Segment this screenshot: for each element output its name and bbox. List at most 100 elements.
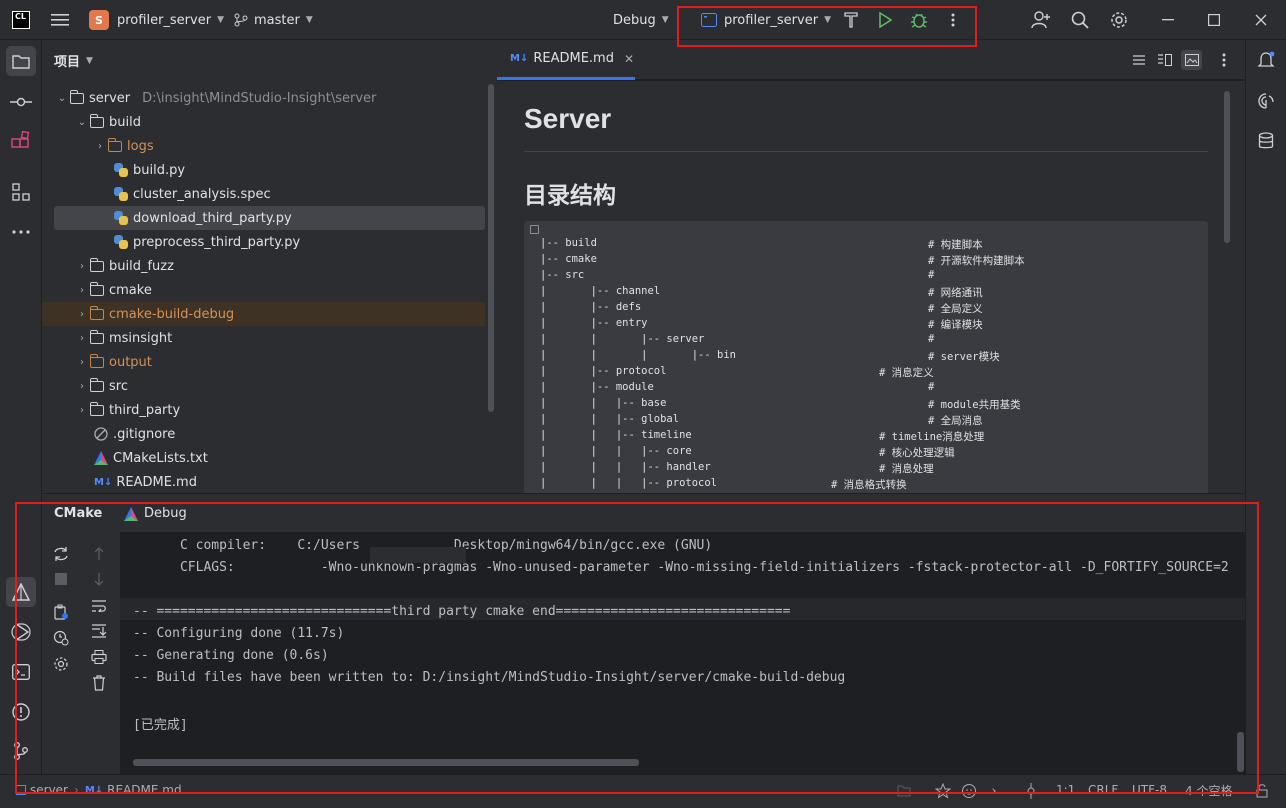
main-menu-icon[interactable] [50, 10, 70, 30]
add-user-icon[interactable] [1030, 10, 1052, 30]
scroll-to-end-icon[interactable] [90, 622, 108, 640]
tree-row-download-third-party[interactable]: download_third_party.py [54, 206, 485, 230]
tree-row-output[interactable]: › output [42, 350, 485, 374]
folder-icon [89, 401, 104, 416]
minimize-icon[interactable] [1158, 10, 1178, 30]
print-icon[interactable] [90, 648, 108, 666]
close-icon[interactable] [1251, 10, 1271, 30]
tree-row-readme[interactable]: M↓ README.md [42, 470, 485, 494]
terminal-icon[interactable] [9, 660, 33, 684]
scroll-down-icon[interactable] [90, 570, 108, 588]
more-horizontal-icon[interactable] [9, 220, 33, 244]
more-vertical-icon[interactable] [1217, 52, 1231, 68]
run-icon[interactable] [876, 11, 894, 29]
folder-icon[interactable] [896, 783, 912, 799]
project-panel-header[interactable]: 项目 ▼ [54, 51, 93, 70]
tab-readme[interactable]: M↓ README.md ✕ [497, 40, 635, 80]
tree-row-build-py[interactable]: build.py [42, 158, 485, 182]
lock-icon[interactable] [1254, 783, 1270, 799]
settings-gear-icon[interactable] [1109, 10, 1129, 30]
chevron-down-icon: ⌄ [57, 92, 67, 104]
close-tab-icon[interactable]: ✕ [624, 52, 634, 66]
build-hammer-icon[interactable] [842, 11, 860, 29]
services-run-icon[interactable] [9, 620, 33, 644]
tree-row-build-fuzz[interactable]: › build_fuzz [42, 254, 485, 278]
project-folder-icon[interactable] [6, 46, 36, 76]
line-separator[interactable]: CRLF [1088, 775, 1118, 805]
debug-bug-icon[interactable] [909, 10, 929, 30]
code-line-comment: # server模块 [928, 351, 1000, 363]
clipboard-icon[interactable] [52, 603, 70, 621]
tree-row-cmake[interactable]: › cmake [42, 278, 485, 302]
notifications-bell-icon[interactable] [1255, 49, 1277, 71]
soft-wrap-icon[interactable] [90, 597, 108, 615]
python-file-icon [114, 211, 128, 225]
file-encoding[interactable]: UTF-8 [1132, 775, 1167, 805]
git-commit-icon[interactable] [1022, 782, 1040, 800]
cmake-tool-icon[interactable] [6, 577, 36, 607]
plugins-icon[interactable] [9, 129, 33, 153]
console-line: -- Configuring done (11.7s) [133, 626, 345, 641]
branch-switcher[interactable]: master ▼ [234, 0, 313, 40]
preview-only-icon[interactable] [1181, 50, 1202, 70]
python-file-icon [114, 163, 128, 177]
project-scrollbar[interactable] [488, 84, 494, 412]
tree-row-cluster-analysis[interactable]: cluster_analysis.spec [42, 182, 485, 206]
chevron-right-icon[interactable]: › [987, 782, 1001, 800]
code-line-comment: # 构建脚本 [928, 239, 983, 251]
settings-gear-icon[interactable] [52, 655, 70, 673]
tab-debug[interactable]: Debug [124, 506, 187, 521]
maximize-icon[interactable] [1204, 10, 1224, 30]
console-line: -- Build files have been written to: D:/… [133, 670, 846, 685]
chevron-down-icon: ▼ [217, 15, 224, 25]
commit-icon[interactable] [9, 90, 33, 114]
python-file-icon [114, 187, 128, 201]
trash-icon[interactable] [90, 674, 108, 692]
more-vertical-icon[interactable] [944, 10, 962, 30]
cursor-position[interactable]: 1:1 [1056, 775, 1075, 805]
chevron-down-icon: ▼ [86, 55, 93, 66]
copy-icon[interactable] [530, 225, 539, 234]
tree-row-third-party[interactable]: › third_party [42, 398, 485, 422]
markdown-preview: Server 目录结构 |-- build # 构建脚本 |-- cmake # 开源… [497, 81, 1245, 493]
smiley-icon[interactable] [960, 782, 978, 800]
indent-setting[interactable]: 4 个空格 [1185, 775, 1232, 805]
redacted-block [370, 547, 466, 563]
ai-assistant-icon[interactable] [1255, 90, 1277, 112]
folder-icon [89, 329, 104, 344]
scroll-up-icon[interactable] [90, 545, 108, 563]
tree-row-root[interactable]: ⌄ server D:\insight\MindStudio-Insight\s… [42, 86, 485, 110]
console-output[interactable]: C compiler: C:/Users Desktop/mingw64/bin… [120, 532, 1245, 775]
database-icon[interactable] [1255, 130, 1277, 152]
code-line-text: | |-- module [540, 381, 654, 393]
code-line-comment: # timeline消息处理 [879, 431, 985, 443]
folder-icon [89, 281, 104, 296]
star-icon[interactable] [934, 782, 952, 800]
split-view-icon[interactable] [1157, 52, 1173, 68]
search-icon[interactable] [1070, 10, 1090, 30]
run-config-mode[interactable]: Debug ▼ [613, 0, 669, 40]
reload-icon[interactable] [52, 545, 70, 563]
tree-row-logs[interactable]: › logs [42, 134, 485, 158]
tree-row-src[interactable]: › src [42, 374, 485, 398]
clock-settings-icon[interactable] [52, 629, 70, 647]
problems-icon[interactable] [9, 700, 33, 724]
breadcrumb[interactable]: server › M↓ README.md [16, 775, 182, 805]
tree-row-cmakelists[interactable]: CMakeLists.txt [42, 446, 485, 470]
tree-row-preprocess[interactable]: preprocess_third_party.py [42, 230, 485, 254]
project-switcher[interactable]: S profiler_server ▼ [89, 0, 224, 40]
tree-row-msinsight[interactable]: › msinsight [42, 326, 485, 350]
tab-cmake[interactable]: CMake [54, 506, 102, 521]
structure-icon[interactable] [9, 180, 33, 204]
editor-only-view-icon[interactable] [1131, 52, 1147, 68]
tree-row-build[interactable]: ⌄ build [42, 110, 485, 134]
version-control-icon[interactable] [9, 739, 33, 763]
editor-scrollbar[interactable] [1224, 91, 1230, 243]
run-target-selector[interactable]: profiler_server ▼ [701, 0, 831, 40]
stop-icon[interactable] [52, 570, 70, 588]
cmake-tool-window: CMake Debug C compiler: C:/Users Desktop… [42, 493, 1245, 775]
console-v-scrollbar[interactable] [1237, 732, 1244, 772]
tree-row-cmake-build-debug[interactable]: › cmake-build-debug [42, 302, 485, 326]
console-h-scrollbar[interactable] [133, 759, 639, 766]
tree-row-gitignore[interactable]: .gitignore [42, 422, 485, 446]
